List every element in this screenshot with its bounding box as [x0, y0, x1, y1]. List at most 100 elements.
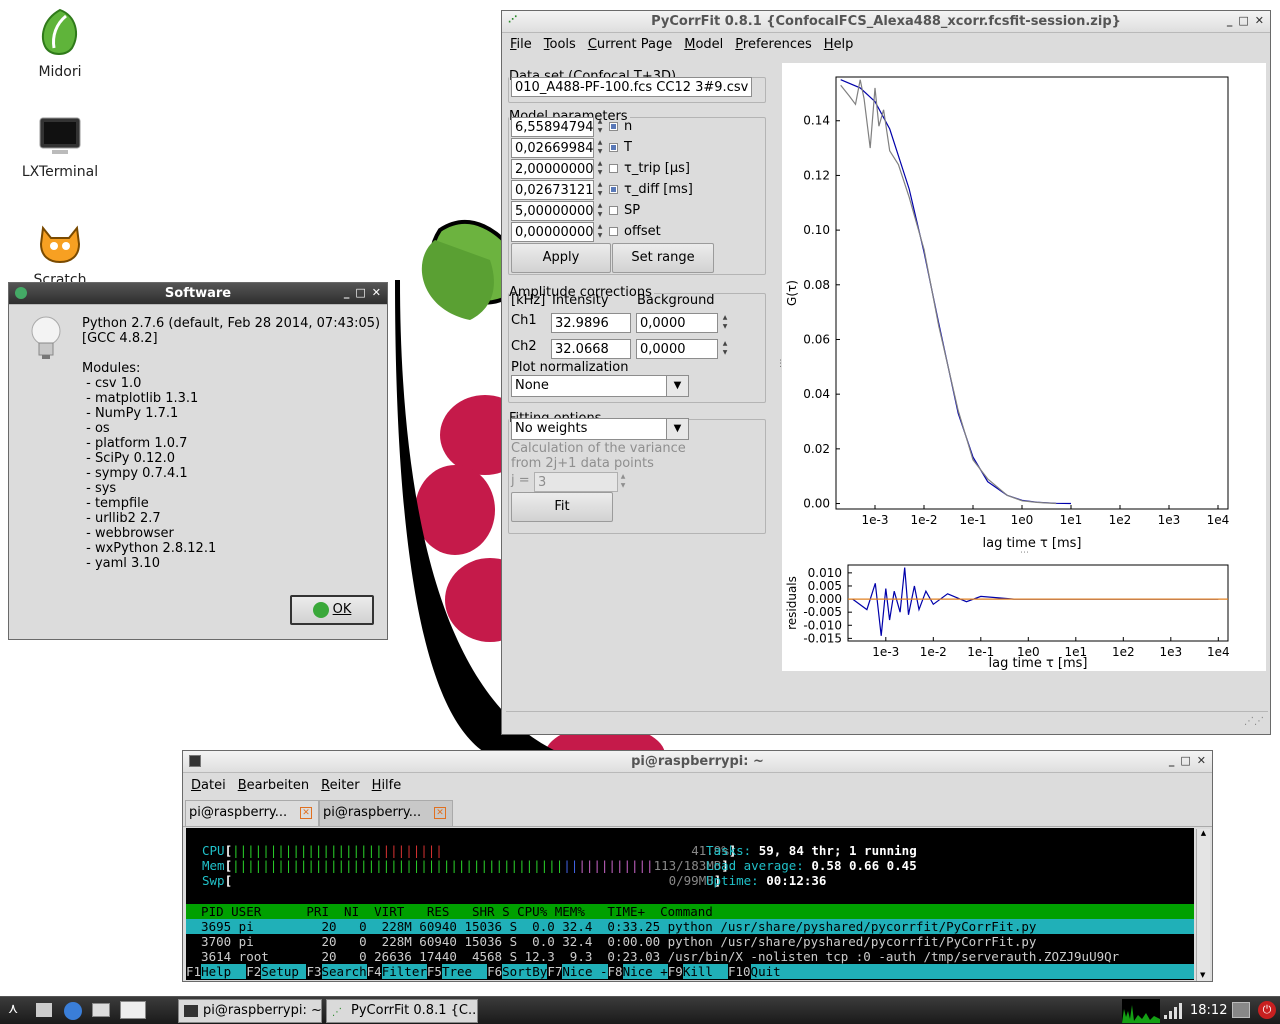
maximize-icon[interactable]: □ [1180, 754, 1190, 767]
process-header: PID USER PRI NI VIRT RES SHR S CPU% MEM%… [186, 904, 1194, 919]
param-value-field[interactable]: 0,00000000 [511, 222, 594, 242]
file-manager-icon[interactable] [36, 1003, 52, 1017]
param-spinner[interactable]: ▲ ▼ [595, 222, 605, 242]
cpu-graph-icon [1122, 999, 1160, 1023]
network-icon[interactable] [1164, 1003, 1182, 1019]
param-value-field[interactable]: 5,00000000 [511, 201, 594, 221]
power-icon[interactable]: ⏻ [1258, 1001, 1276, 1019]
param-value-field[interactable]: 2,00000000 [511, 159, 594, 179]
desktop-icon-midori[interactable]: Midori [10, 8, 110, 80]
scrollbar[interactable]: ▲ ▼ [1196, 829, 1210, 981]
clock[interactable]: 18:12 [1190, 1003, 1227, 1018]
param-fit-checkbox[interactable] [609, 122, 618, 131]
ok-button[interactable]: OK [290, 595, 374, 625]
process-row[interactable]: 3700 pi 20 0 228M 60940 15036 S 0.0 32.4… [186, 934, 1036, 949]
param-value-field[interactable]: 6,55894794 [511, 117, 594, 137]
scroll-down-icon[interactable]: ▼ [1200, 971, 1205, 979]
process-row[interactable]: 3614 root 20 0 26636 17440 4568 S 12.3 9… [186, 949, 1119, 964]
taskbar-item-terminal[interactable]: pi@raspberrypi: ~ [178, 999, 322, 1023]
pycorrfit-titlebar[interactable]: ⋰ PyCorrFit 0.8.1 {ConfocalFCS_Alexa488_… [502, 11, 1270, 33]
param-spinner[interactable]: ▲ ▼ [595, 117, 605, 137]
ch1-intensity-field[interactable]: 32.9896 [551, 313, 631, 333]
scroll-up-icon[interactable]: ▲ [1197, 829, 1210, 837]
maximize-icon[interactable]: □ [355, 286, 365, 299]
tab-2[interactable]: pi@raspberry... ✕ [319, 800, 453, 826]
menu-item-bearbeiten[interactable]: Bearbeiten [238, 778, 309, 793]
x-tick-label: 1e2 [1109, 513, 1132, 527]
apply-button[interactable]: Apply [511, 243, 611, 273]
close-icon[interactable]: ✕ [1197, 754, 1206, 767]
chevron-down-icon: ▼ [666, 376, 688, 396]
param-spinner[interactable]: ▲ ▼ [595, 201, 605, 221]
dataset-field[interactable]: 010_A488-PF-100.fcs CC12 3#9.csv r [511, 77, 752, 97]
windows-icon[interactable] [92, 1003, 110, 1017]
pycorrfit-title: PyCorrFit 0.8.1 {ConfocalFCS_Alexa488_xc… [651, 14, 1121, 29]
plot-splitter-handle[interactable]: ⋯ [1020, 548, 1029, 558]
param-spinner[interactable]: ▲ ▼ [595, 159, 605, 179]
browser-icon[interactable] [64, 1002, 82, 1020]
menu-item-reiter[interactable]: Reiter [321, 778, 360, 793]
close-tab-icon[interactable]: ✕ [300, 807, 312, 819]
close-icon[interactable]: ✕ [372, 286, 381, 299]
about-titlebar[interactable]: Software _ □ ✕ [9, 283, 387, 305]
menu-item-current-page[interactable]: Current Page [588, 37, 672, 52]
fkey-f3[interactable]: F3 [306, 964, 322, 979]
lock-icon[interactable] [1232, 1002, 1250, 1018]
desktop-icon-scratch[interactable]: Scratch [10, 222, 110, 288]
j-field[interactable]: 3 [534, 472, 618, 492]
fit-button[interactable]: Fit [511, 492, 613, 522]
param-fit-checkbox[interactable] [609, 227, 618, 236]
close-tab-icon[interactable]: ✕ [434, 807, 446, 819]
param-fit-checkbox[interactable] [609, 185, 618, 194]
param-fit-checkbox[interactable] [609, 164, 618, 173]
fkey-f4[interactable]: F4 [366, 964, 382, 979]
menu-item-preferences[interactable]: Preferences [735, 37, 811, 52]
menu-item-tools[interactable]: Tools [544, 37, 576, 52]
menu-item-hilfe[interactable]: Hilfe [372, 778, 402, 793]
process-row[interactable]: 3695 pi 20 0 228M 60940 15036 S 0.0 32.4… [186, 919, 1194, 934]
fkey-f6[interactable]: F6 [487, 964, 503, 979]
fkey-f10[interactable]: F10 [727, 964, 751, 979]
desktop-icon-lxterminal[interactable]: LXTerminal [10, 114, 110, 180]
param-spinner[interactable]: ▲ ▼ [595, 138, 605, 158]
menu-icon[interactable]: ⋏ [8, 1001, 18, 1017]
menu-item-help[interactable]: Help [824, 37, 854, 52]
ch2-background-field[interactable]: 0,0000 [636, 339, 718, 359]
param-spinner[interactable]: ▲ ▼ [595, 180, 605, 200]
fkey-f7[interactable]: F7 [547, 964, 563, 979]
residuals-plot[interactable]: 1e-3 1e-2 1e-1 1e0 1e1 1e2 1e3 1e40.0100.0050.0… [782, 559, 1266, 671]
terminal-titlebar[interactable]: pi@raspberrypi: ~ _ □ ✕ [183, 751, 1212, 773]
fkey-f2[interactable]: F2 [246, 964, 262, 979]
fkey-f5[interactable]: F5 [426, 964, 442, 979]
fkey-f9[interactable]: F9 [667, 964, 683, 979]
minimize-icon[interactable]: _ [1169, 754, 1175, 767]
resize-grip-icon[interactable]: ⋰⋰ [1244, 716, 1264, 727]
plot-normalization-select[interactable]: None ▼ [511, 375, 689, 397]
weights-select[interactable]: No weights ▼ [511, 418, 689, 440]
app-icon: ⋰ [508, 15, 517, 25]
fkey-f1[interactable]: F1 [186, 964, 202, 979]
menu-item-datei[interactable]: Datei [191, 778, 226, 793]
ch1-spinner[interactable]: ▲ ▼ [720, 313, 730, 333]
fkey-f8[interactable]: F8 [607, 964, 623, 979]
htop-output[interactable]: CPU[|||||||||||||||||||||||||||| 41.9%] … [186, 828, 1194, 980]
menu-item-file[interactable]: File [510, 37, 532, 52]
menu-item-model[interactable]: Model [684, 37, 723, 52]
param-fit-checkbox[interactable] [609, 143, 618, 152]
close-icon[interactable]: ✕ [1255, 14, 1264, 27]
set-range-button[interactable]: Set range [612, 243, 714, 273]
taskbar-item-pycorrfit[interactable]: ⋰ PyCorrFit 0.8.1 {C... [326, 999, 478, 1023]
minimize-icon[interactable]: _ [344, 286, 350, 299]
j-spinner[interactable]: ▲ ▼ [618, 472, 628, 492]
param-value-field[interactable]: 0,02669984 [511, 138, 594, 158]
maximize-icon[interactable]: □ [1238, 14, 1248, 27]
param-fit-checkbox[interactable] [609, 206, 618, 215]
ch2-spinner[interactable]: ▲ ▼ [720, 339, 730, 359]
ch2-intensity-field[interactable]: 32.0668 [551, 339, 631, 359]
tab-1[interactable]: pi@raspberry... ✕ [185, 800, 319, 826]
desktop-icon[interactable] [120, 1001, 146, 1019]
correlation-plot[interactable]: 1e-3 1e-2 1e-1 1e0 1e1 1e2 1e3 1e4 0.00 0.02 0.04 0… [782, 63, 1266, 551]
minimize-icon[interactable]: _ [1227, 14, 1233, 27]
ch1-background-field[interactable]: 0,0000 [636, 313, 718, 333]
param-value-field[interactable]: 0,02673121 [511, 180, 594, 200]
